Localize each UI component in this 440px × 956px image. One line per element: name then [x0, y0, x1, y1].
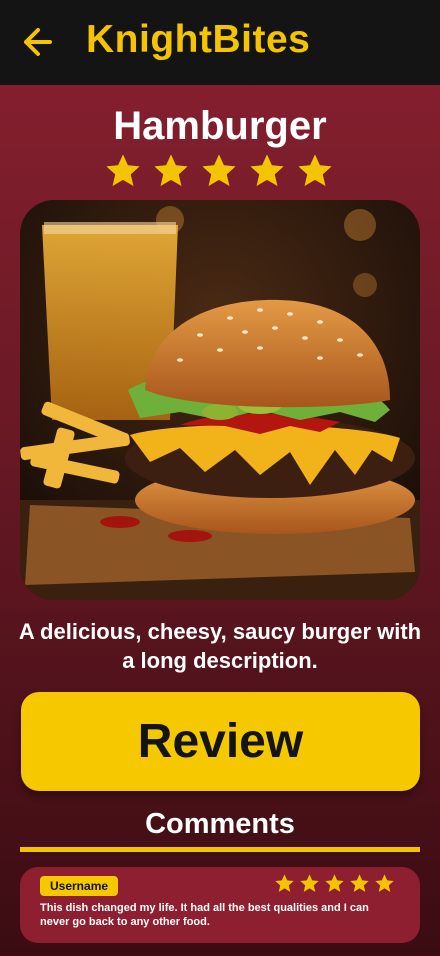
back-arrow-icon[interactable] — [20, 24, 56, 60]
star-icon — [298, 154, 332, 187]
star-icon — [106, 154, 140, 187]
star-icon — [375, 874, 394, 892]
dish-rating — [104, 152, 334, 190]
top-bar: KnightBites — [0, 0, 440, 85]
star-icon — [275, 874, 294, 892]
review-button-label: Review — [137, 715, 304, 768]
comment-rating — [274, 873, 395, 894]
comments-heading: Comments — [145, 808, 295, 840]
comment-username: Username — [40, 876, 119, 896]
star-icon — [202, 154, 236, 187]
star-icon — [350, 874, 369, 892]
comments-divider — [20, 847, 420, 852]
star-icon — [325, 874, 344, 892]
app-title: KnightBites — [86, 18, 311, 61]
dish-title: Hamburger — [113, 104, 327, 148]
star-icon — [300, 874, 319, 892]
comment-text: This dish changed my life. It had all th… — [40, 902, 369, 928]
star-icon — [250, 154, 284, 187]
review-button[interactable]: Review — [21, 692, 420, 791]
star-icon — [154, 154, 188, 187]
dish-photo — [20, 200, 420, 600]
comment-card: Username This dish changed my life. It h… — [20, 867, 420, 943]
dish-description: A delicious, cheesy, saucy burger with a… — [18, 619, 422, 673]
